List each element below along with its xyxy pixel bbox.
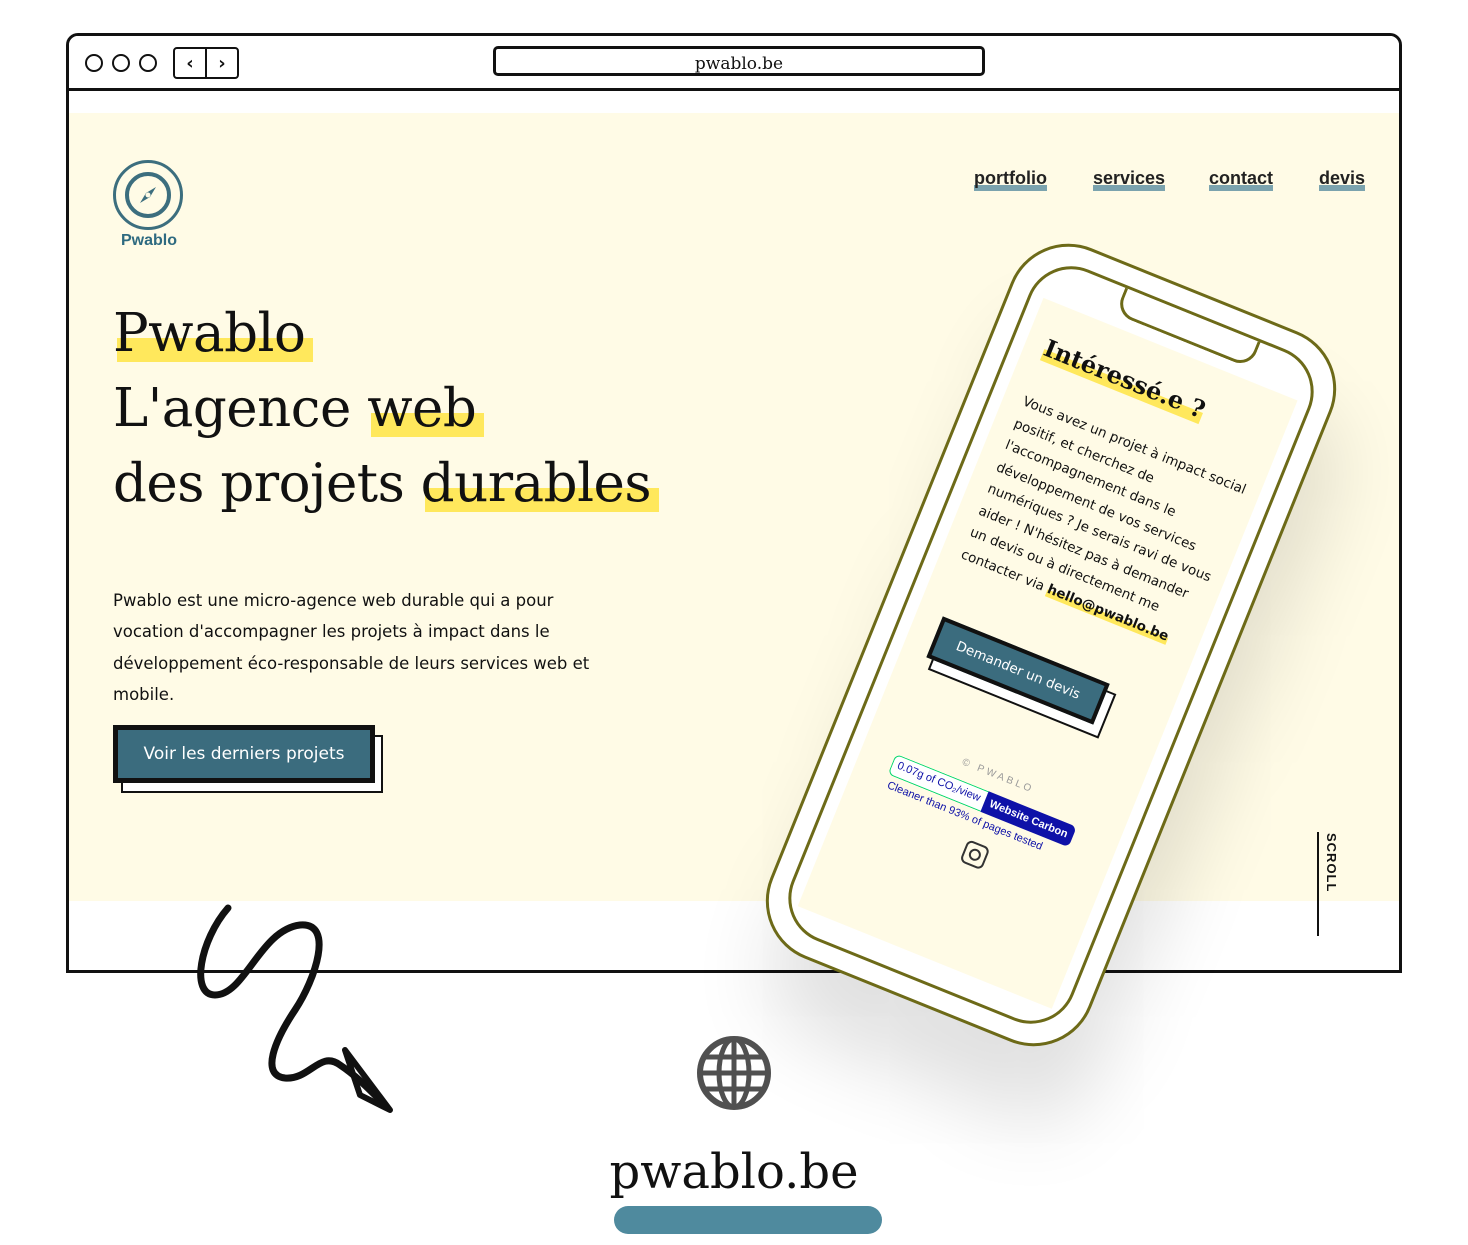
globe-icon	[697, 1036, 771, 1110]
browser-toolbar: ‹ › pwablo.be	[69, 36, 1399, 91]
cta-button[interactable]: Voir les derniers projets	[113, 725, 375, 783]
intro-paragraph: Pwablo est une micro-agence web durable …	[113, 590, 590, 705]
footer-url: pwablo.be	[609, 1144, 859, 1200]
arrow-squiggle	[197, 904, 393, 1113]
nav-services[interactable]: services	[1093, 168, 1166, 191]
footer-underline	[614, 1206, 882, 1234]
window-control-dot[interactable]	[112, 54, 130, 72]
scroll-line	[1317, 832, 1319, 936]
nav-contact[interactable]: contact	[1209, 168, 1274, 191]
nav-devis[interactable]: devis	[1319, 168, 1366, 191]
back-icon[interactable]: ‹	[175, 49, 207, 77]
compass-icon[interactable]	[113, 160, 183, 230]
forward-icon[interactable]: ›	[207, 49, 237, 77]
address-bar[interactable]: pwablo.be	[493, 46, 985, 76]
phone-text: Vous avez un projet à impact social posi…	[958, 393, 1249, 645]
window-control-dot[interactable]	[139, 54, 157, 72]
headline-line-2: L'agence web	[113, 378, 485, 439]
history-nav: ‹ ›	[173, 47, 239, 79]
scroll-indicator[interactable]: SCROLL	[1324, 833, 1339, 892]
instagram-icon[interactable]	[959, 839, 991, 871]
window-control-dot[interactable]	[85, 54, 103, 72]
headline-line-3: des projets durables	[113, 453, 660, 514]
logo-text[interactable]: Pwablo	[105, 232, 193, 250]
nav-portfolio[interactable]: portfolio	[974, 168, 1047, 191]
headline-line-1: Pwablo	[113, 303, 314, 364]
